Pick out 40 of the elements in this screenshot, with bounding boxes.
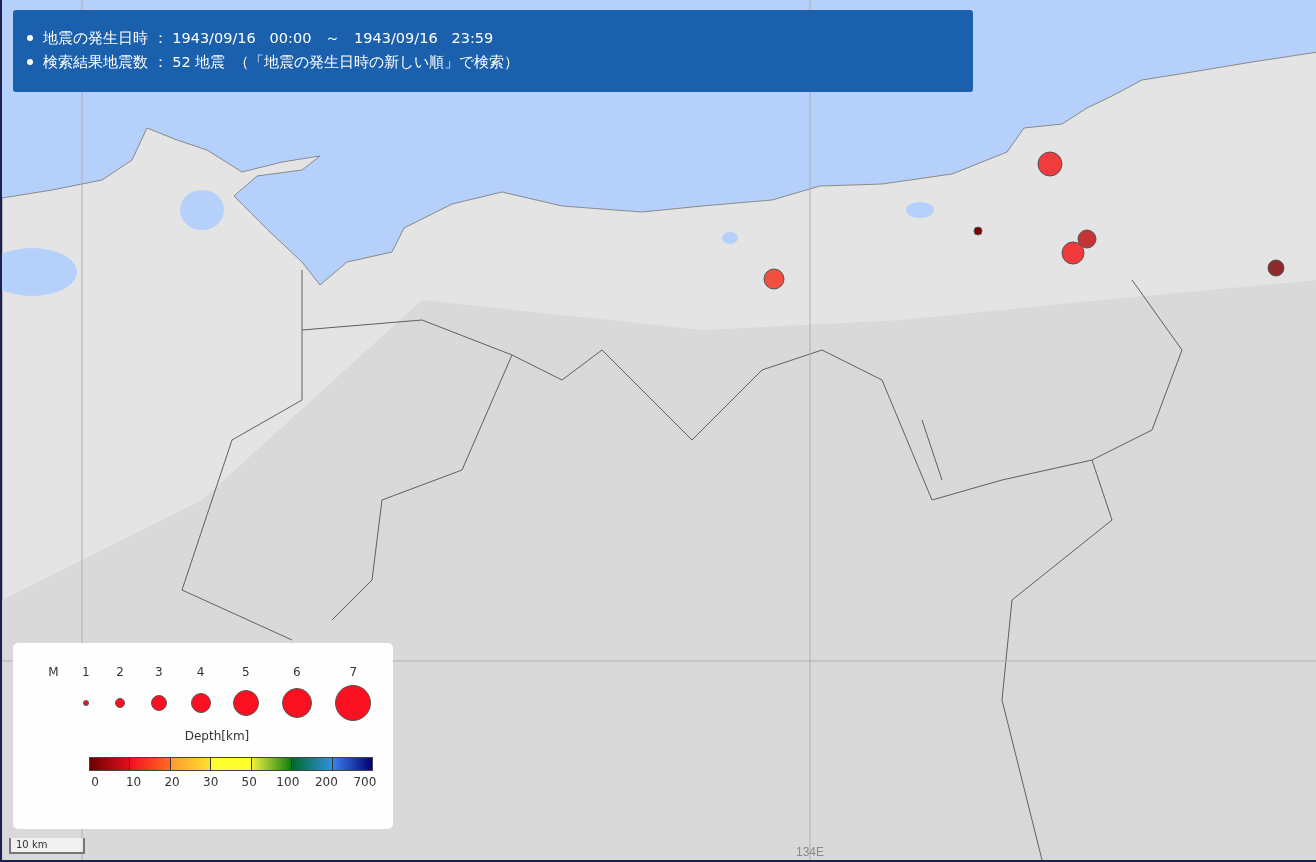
magnitude-label: 4 bbox=[196, 665, 205, 679]
depth-tick-label: 100 bbox=[275, 775, 301, 789]
bullet-icon bbox=[27, 59, 33, 65]
magnitude-circle-icon bbox=[114, 698, 125, 708]
magnitude-label: 6 bbox=[293, 665, 301, 679]
depth-tick-label: 50 bbox=[240, 775, 258, 789]
info-text: 検索結果地震数 ： 52 地震 （「地震の発生日時の新しい順」で検索） bbox=[43, 53, 520, 72]
magnitude-label: 5 bbox=[242, 665, 250, 679]
magnitude-label: 2 bbox=[116, 665, 124, 679]
magnitude-circle-icon bbox=[281, 688, 312, 718]
bullet-icon bbox=[27, 35, 33, 41]
info-text: 地震の発生日時 ： 1943/09/16 00:00 ～ 1943/09/16 23:59 bbox=[43, 29, 494, 48]
legend-label: M bbox=[48, 665, 59, 679]
earthquake-marker[interactable] bbox=[1267, 259, 1285, 277]
lake bbox=[722, 232, 738, 244]
magnitude-label: 1 bbox=[81, 665, 90, 679]
depth-tick-label: 200 bbox=[313, 775, 339, 789]
earthquake-marker[interactable] bbox=[763, 268, 785, 290]
magnitude-label: 3 bbox=[155, 665, 163, 679]
depth-tick-label: 0 bbox=[90, 775, 100, 789]
magnitude-circle-icon bbox=[82, 700, 89, 706]
depth-tick-label: 20 bbox=[163, 775, 181, 789]
lake bbox=[180, 190, 224, 230]
earthquake-marker[interactable] bbox=[1061, 241, 1085, 265]
magnitude-circle-icon bbox=[190, 693, 211, 713]
grid-label: 134E bbox=[796, 845, 824, 859]
earthquake-marker[interactable] bbox=[1037, 151, 1063, 177]
depth-tick-label: 10 bbox=[124, 775, 143, 789]
magnitude-circle-icon bbox=[335, 685, 372, 721]
magnitude-label: 7 bbox=[349, 665, 358, 679]
depth-tick-label: 30 bbox=[202, 775, 220, 789]
magnitude-circle-icon bbox=[150, 695, 167, 711]
depth-title: Depth[km] bbox=[183, 729, 251, 743]
earthquake-marker[interactable] bbox=[973, 226, 983, 236]
lake bbox=[906, 202, 934, 218]
earthquake-marker[interactable] bbox=[1077, 229, 1097, 249]
depth-tick-label: 700 bbox=[352, 775, 378, 789]
scale-bar: 10 km bbox=[9, 838, 85, 854]
magnitude-circle-icon bbox=[232, 690, 259, 716]
map-view[interactable]: 134E 地震の発生日時 ： 1943/09/16 00:00 ～ 1943/09/16 23:59 検索結果地震数 ： 52 地震 （「地震の発生日時の新しい順」で検索） M 1 2 3 4 5 6 7 Depth[km] 0 10 20 30 50 100 200 700 10 km bbox=[0, 0, 1316, 862]
